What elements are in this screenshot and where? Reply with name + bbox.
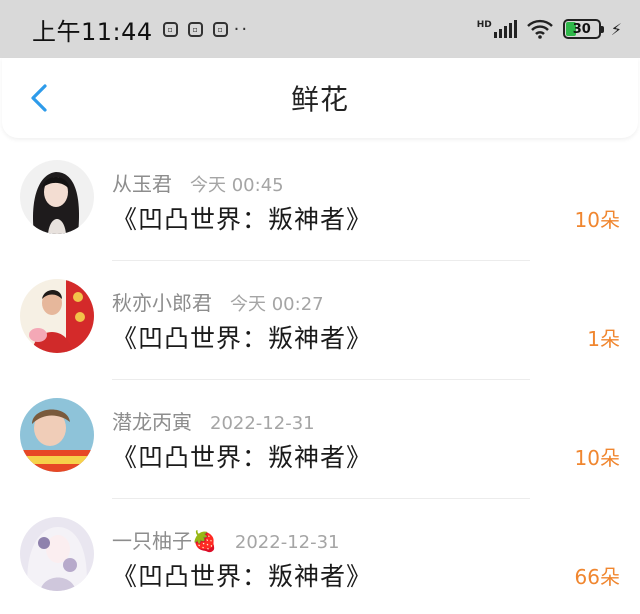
sender-name: 潜龙丙寅 bbox=[112, 410, 192, 434]
flower-count: 1朵 bbox=[587, 327, 620, 351]
avatar[interactable] bbox=[20, 279, 94, 353]
flower-count: 10朵 bbox=[574, 446, 620, 470]
book-title: 《凹凸世界：叛神者》 bbox=[112, 443, 373, 472]
status-right: HD 30 ⚡ bbox=[477, 19, 622, 39]
item-meta: 潜龙丙寅 2022-12-31 bbox=[112, 406, 315, 435]
flower-count: 10朵 bbox=[574, 208, 620, 232]
battery-level: 30 bbox=[572, 21, 591, 37]
avatar[interactable] bbox=[20, 517, 94, 591]
send-time: 今天 00:27 bbox=[230, 294, 324, 315]
network-label: HD bbox=[476, 20, 492, 30]
signal-icon: HD bbox=[477, 20, 517, 38]
sender-name: 从玉君 bbox=[112, 172, 172, 196]
chevron-left-icon[interactable] bbox=[24, 80, 60, 116]
notification-icons: ▫ ▫ ▫ bbox=[162, 21, 228, 37]
item-meta: 秋亦小郎君 今天 00:27 bbox=[112, 287, 324, 316]
avatar[interactable] bbox=[20, 160, 94, 234]
sender-name: 秋亦小郎君 bbox=[112, 291, 212, 315]
status-time: 上午11:44 bbox=[32, 17, 153, 46]
list-item[interactable]: 秋亦小郎君 今天 00:27 《凹凸世界：叛神者》 1朵 bbox=[0, 261, 640, 380]
battery-icon: 30 bbox=[562, 19, 604, 39]
list-item[interactable]: 潜龙丙寅 2022-12-31 《凹凸世界：叛神者》 10朵 bbox=[0, 380, 640, 499]
send-time: 2022-12-31 bbox=[234, 532, 340, 553]
flower-list: 从玉君 今天 00:45 《凹凸世界：叛神者》 10朵 秋亦小郎君 今天 00:… bbox=[0, 142, 640, 614]
list-item[interactable]: 一只柚子🍓 2022-12-31 《凹凸世界：叛神者》 66朵 bbox=[0, 499, 640, 614]
sender-name: 一只柚子🍓 bbox=[112, 529, 217, 553]
more-notifications-icon: ·· bbox=[233, 18, 250, 40]
book-title: 《凹凸世界：叛神者》 bbox=[112, 562, 373, 591]
notification-icon-1: ▫ bbox=[162, 21, 178, 37]
send-time: 今天 00:45 bbox=[190, 175, 284, 196]
item-meta: 从玉君 今天 00:45 bbox=[112, 168, 284, 197]
nav-bar: 鲜花 bbox=[2, 58, 638, 138]
flower-count: 66朵 bbox=[574, 565, 620, 589]
list-item[interactable]: 从玉君 今天 00:45 《凹凸世界：叛神者》 10朵 bbox=[0, 142, 640, 261]
book-title: 《凹凸世界：叛神者》 bbox=[112, 205, 373, 234]
avatar[interactable] bbox=[20, 398, 94, 472]
wifi-icon bbox=[526, 19, 553, 39]
send-time: 2022-12-31 bbox=[210, 413, 315, 434]
item-meta: 一只柚子🍓 2022-12-31 bbox=[112, 525, 340, 554]
notification-icon-2: ▫ bbox=[187, 21, 203, 37]
charging-icon: ⚡ bbox=[610, 19, 622, 39]
status-bar: 上午11:44 ▫ ▫ ▫ ·· HD 30 ⚡ bbox=[0, 0, 640, 58]
page-title: 鲜花 bbox=[290, 83, 349, 116]
book-title: 《凹凸世界：叛神者》 bbox=[112, 324, 373, 353]
notification-icon-3: ▫ bbox=[212, 21, 228, 37]
